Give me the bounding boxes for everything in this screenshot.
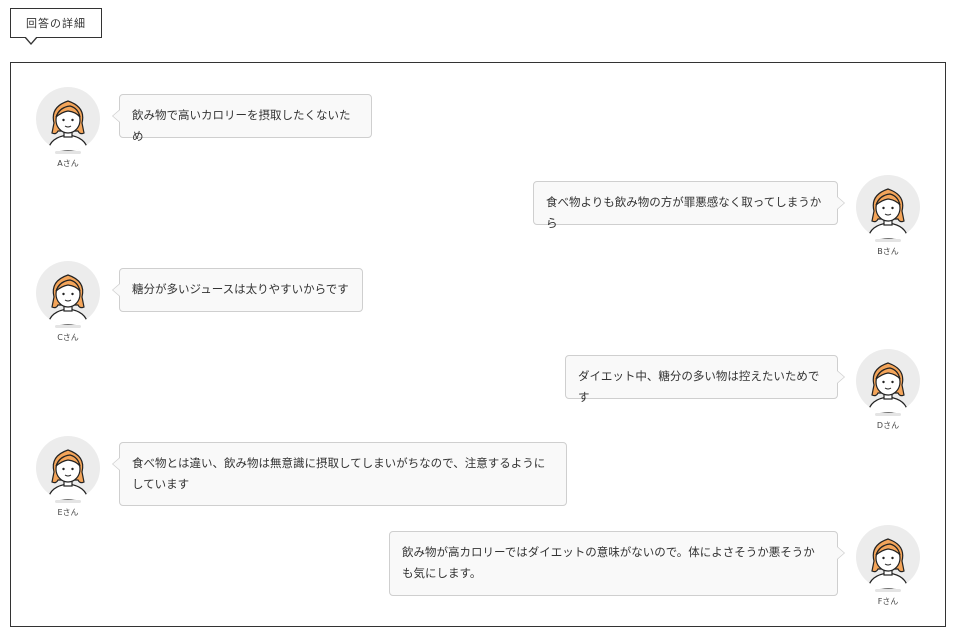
avatar-f: Fさん — [855, 525, 921, 607]
speaker-name: Bさん — [877, 247, 899, 256]
girl-avatar-icon — [36, 436, 100, 500]
message-text: 糖分が多いジュースは太りやすいからです — [132, 282, 349, 296]
avatar-d: Dさん — [855, 349, 921, 431]
speech-bubble: 食べ物よりも飲み物の方が罪悪感なく取ってしまうから — [533, 181, 845, 230]
speech-bubble: ダイエット中、糖分の多い物は控えたいためです — [565, 355, 845, 404]
tab-answer-details: 回答の詳細 — [10, 8, 102, 38]
avatar-b: Bさん — [855, 175, 921, 257]
girl-avatar-icon — [856, 175, 920, 239]
girl-avatar-icon — [36, 87, 100, 151]
girl-avatar-icon — [36, 261, 100, 325]
avatar-e: Eさん — [35, 436, 101, 518]
message-text: 食べ物よりも飲み物の方が罪悪感なく取ってしまうから — [546, 195, 822, 230]
girl-avatar-icon — [856, 525, 920, 589]
girl-avatar-icon — [856, 349, 920, 413]
message-text: 飲み物で高いカロリーを摂取したくないため — [132, 108, 351, 143]
avatar-a: Aさん — [35, 87, 101, 169]
chat-panel: Aさん 飲み物で高いカロリーを摂取したくないため Bさん 食べ物よりも飲み物の方… — [10, 62, 946, 627]
speech-bubble: 食べ物とは違い、飲み物は無意識に摂取してしまいがちなので、注意するようにしていま… — [112, 442, 567, 506]
speaker-name: Eさん — [57, 508, 79, 517]
message-text: 食べ物とは違い、飲み物は無意識に摂取してしまいがちなので、注意するようにしていま… — [132, 456, 546, 491]
speech-bubble: 飲み物が高カロリーではダイエットの意味がないので。体によさそうか悪そうかも気にし… — [389, 531, 845, 596]
speaker-name: Dさん — [876, 421, 900, 430]
speaker-name: Aさん — [57, 159, 79, 168]
speech-bubble: 飲み物で高いカロリーを摂取したくないため — [112, 94, 372, 143]
speaker-name: Fさん — [877, 597, 899, 606]
avatar-c: Cさん — [35, 261, 101, 343]
message-text: 飲み物が高カロリーではダイエットの意味がないので。体によさそうか悪そうかも気にし… — [402, 545, 815, 580]
speaker-name: Cさん — [57, 333, 79, 342]
tab-label: 回答の詳細 — [26, 17, 86, 30]
message-text: ダイエット中、糖分の多い物は控えたいためです — [578, 369, 820, 404]
speech-bubble: 糖分が多いジュースは太りやすいからです — [112, 268, 363, 312]
